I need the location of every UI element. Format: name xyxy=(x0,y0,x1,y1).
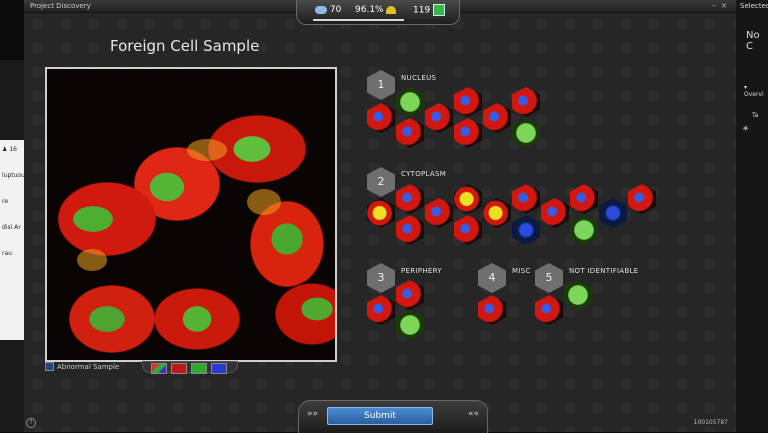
cytoplasm-thumbnail[interactable] xyxy=(570,184,598,214)
abnormal-label: Abnormal Sample xyxy=(57,362,120,371)
left-sidebar-list: ♟ 16 luptuou re disi Ar rau xyxy=(0,140,25,340)
nucleus-thumbnail[interactable] xyxy=(512,87,540,117)
category-5-hex[interactable]: 5 xyxy=(535,263,563,293)
category-3-label: PERIPHERY xyxy=(401,267,442,275)
page-title: Foreign Cell Sample xyxy=(110,37,260,55)
sidebar-entry[interactable]: luptuou xyxy=(2,172,25,179)
cytoplasm-thumbnail[interactable] xyxy=(628,184,656,214)
nucleus-thumbnail[interactable] xyxy=(454,118,482,148)
accuracy-stat: 96.1% xyxy=(355,4,397,16)
periphery-thumbnail[interactable] xyxy=(367,295,395,325)
sample-id: 100105787 xyxy=(693,419,728,426)
chevron-left-icon: «« xyxy=(467,409,479,419)
category-5-label: NOT IDENTIFIABLE xyxy=(569,267,639,275)
overview-column-tab[interactable]: Ta xyxy=(752,112,758,119)
chevron-right-icon: »» xyxy=(307,409,319,419)
cell-sample-image[interactable] xyxy=(45,67,337,362)
misc-thumbnail[interactable] xyxy=(478,295,506,325)
cytoplasm-thumbnail[interactable] xyxy=(396,184,424,214)
sidebar-entry[interactable]: re xyxy=(2,198,8,205)
submit-button[interactable]: Submit xyxy=(327,407,433,425)
help-icon[interactable]: ? xyxy=(26,418,36,428)
submit-bar: »» Submit «« xyxy=(298,400,488,433)
cloud-icon xyxy=(315,5,327,14)
reward-stat: 119 xyxy=(413,4,446,17)
progress-fill xyxy=(313,19,404,21)
nucleus-thumbnail[interactable] xyxy=(396,118,424,148)
nucleus-thumbnail[interactable] xyxy=(512,118,540,148)
category-4-hex[interactable]: 4 xyxy=(478,263,506,293)
person-icon: ♟ xyxy=(2,146,8,153)
periphery-thumbnail[interactable] xyxy=(396,310,424,340)
cytoplasm-thumbnail[interactable] xyxy=(396,215,424,245)
nucleus-thumbnail[interactable] xyxy=(367,103,395,133)
abnormal-checkbox[interactable] xyxy=(45,362,54,371)
red-channel-button[interactable] xyxy=(171,363,187,374)
cytoplasm-thumbnail[interactable] xyxy=(367,198,395,228)
overview-tab[interactable]: ▾ Overvi xyxy=(744,84,768,98)
window-title: Project Discovery xyxy=(30,2,91,10)
image-region xyxy=(187,139,227,161)
member-count: ♟ 16 xyxy=(2,146,17,153)
cytoplasm-thumbnail[interactable] xyxy=(454,215,482,245)
cytoplasm-thumbnail[interactable] xyxy=(541,198,569,228)
sun-icon: ☀ xyxy=(742,124,750,133)
chevron-down-icon: ▾ xyxy=(744,84,748,91)
cytoplasm-thumbnail-selected[interactable] xyxy=(512,215,540,245)
stats-bar: 70 96.1% 119 xyxy=(296,0,460,25)
category-1-label: NUCLEUS xyxy=(401,74,437,82)
cytoplasm-thumbnail-selected[interactable] xyxy=(599,198,627,228)
nucleus-thumbnail[interactable] xyxy=(396,87,424,117)
reward-icon xyxy=(433,4,446,16)
cytoplasm-thumbnail[interactable] xyxy=(512,184,540,214)
category-2-hex[interactable]: 2 xyxy=(367,167,395,197)
rank-icon xyxy=(386,5,397,14)
minimize-icon[interactable]: – xyxy=(710,0,718,12)
image-region xyxy=(247,189,281,215)
nucleus-thumbnail[interactable] xyxy=(454,87,482,117)
abnormal-sample-toggle[interactable]: Abnormal Sample xyxy=(45,362,119,371)
discovery-stat: 70 xyxy=(315,4,341,16)
category-4-label: MISC xyxy=(512,267,531,275)
selected-item-header: Selected xyxy=(740,2,768,10)
project-discovery-window: Foreign Cell Sample Abnormal Sample 1 NU… xyxy=(24,12,736,433)
cytoplasm-thumbnail[interactable] xyxy=(483,198,511,228)
progress-bar xyxy=(313,19,443,21)
green-channel-button[interactable] xyxy=(191,363,207,374)
periphery-thumbnail[interactable] xyxy=(396,280,424,310)
nucleus-thumbnail[interactable] xyxy=(425,103,453,133)
category-2-label: CYTOPLASM xyxy=(401,170,447,178)
blue-channel-button[interactable] xyxy=(211,363,227,374)
not-identifiable-thumbnail[interactable] xyxy=(564,280,592,310)
category-1-hex[interactable]: 1 xyxy=(367,70,395,100)
sidebar-entry[interactable]: rau xyxy=(2,250,12,257)
nucleus-thumbnail[interactable] xyxy=(483,103,511,133)
left-sidebar: ♟ 16 luptuou re disi Ar rau xyxy=(0,60,25,432)
category-3-hex[interactable]: 3 xyxy=(367,263,395,293)
cytoplasm-thumbnail[interactable] xyxy=(425,198,453,228)
no-object-label: No C xyxy=(746,30,760,52)
right-sidebar: Selected No C ▾ Overvi Ta ☀ xyxy=(735,0,768,432)
not-identifiable-thumbnail[interactable] xyxy=(535,295,563,325)
close-icon[interactable]: × xyxy=(720,0,728,12)
image-region xyxy=(77,249,107,271)
cytoplasm-thumbnail[interactable] xyxy=(454,184,482,214)
all-channels-button[interactable] xyxy=(151,363,167,374)
sidebar-entry[interactable]: disi Ar xyxy=(2,224,21,231)
cytoplasm-thumbnail[interactable] xyxy=(570,215,598,245)
channel-toolbar xyxy=(142,361,238,374)
